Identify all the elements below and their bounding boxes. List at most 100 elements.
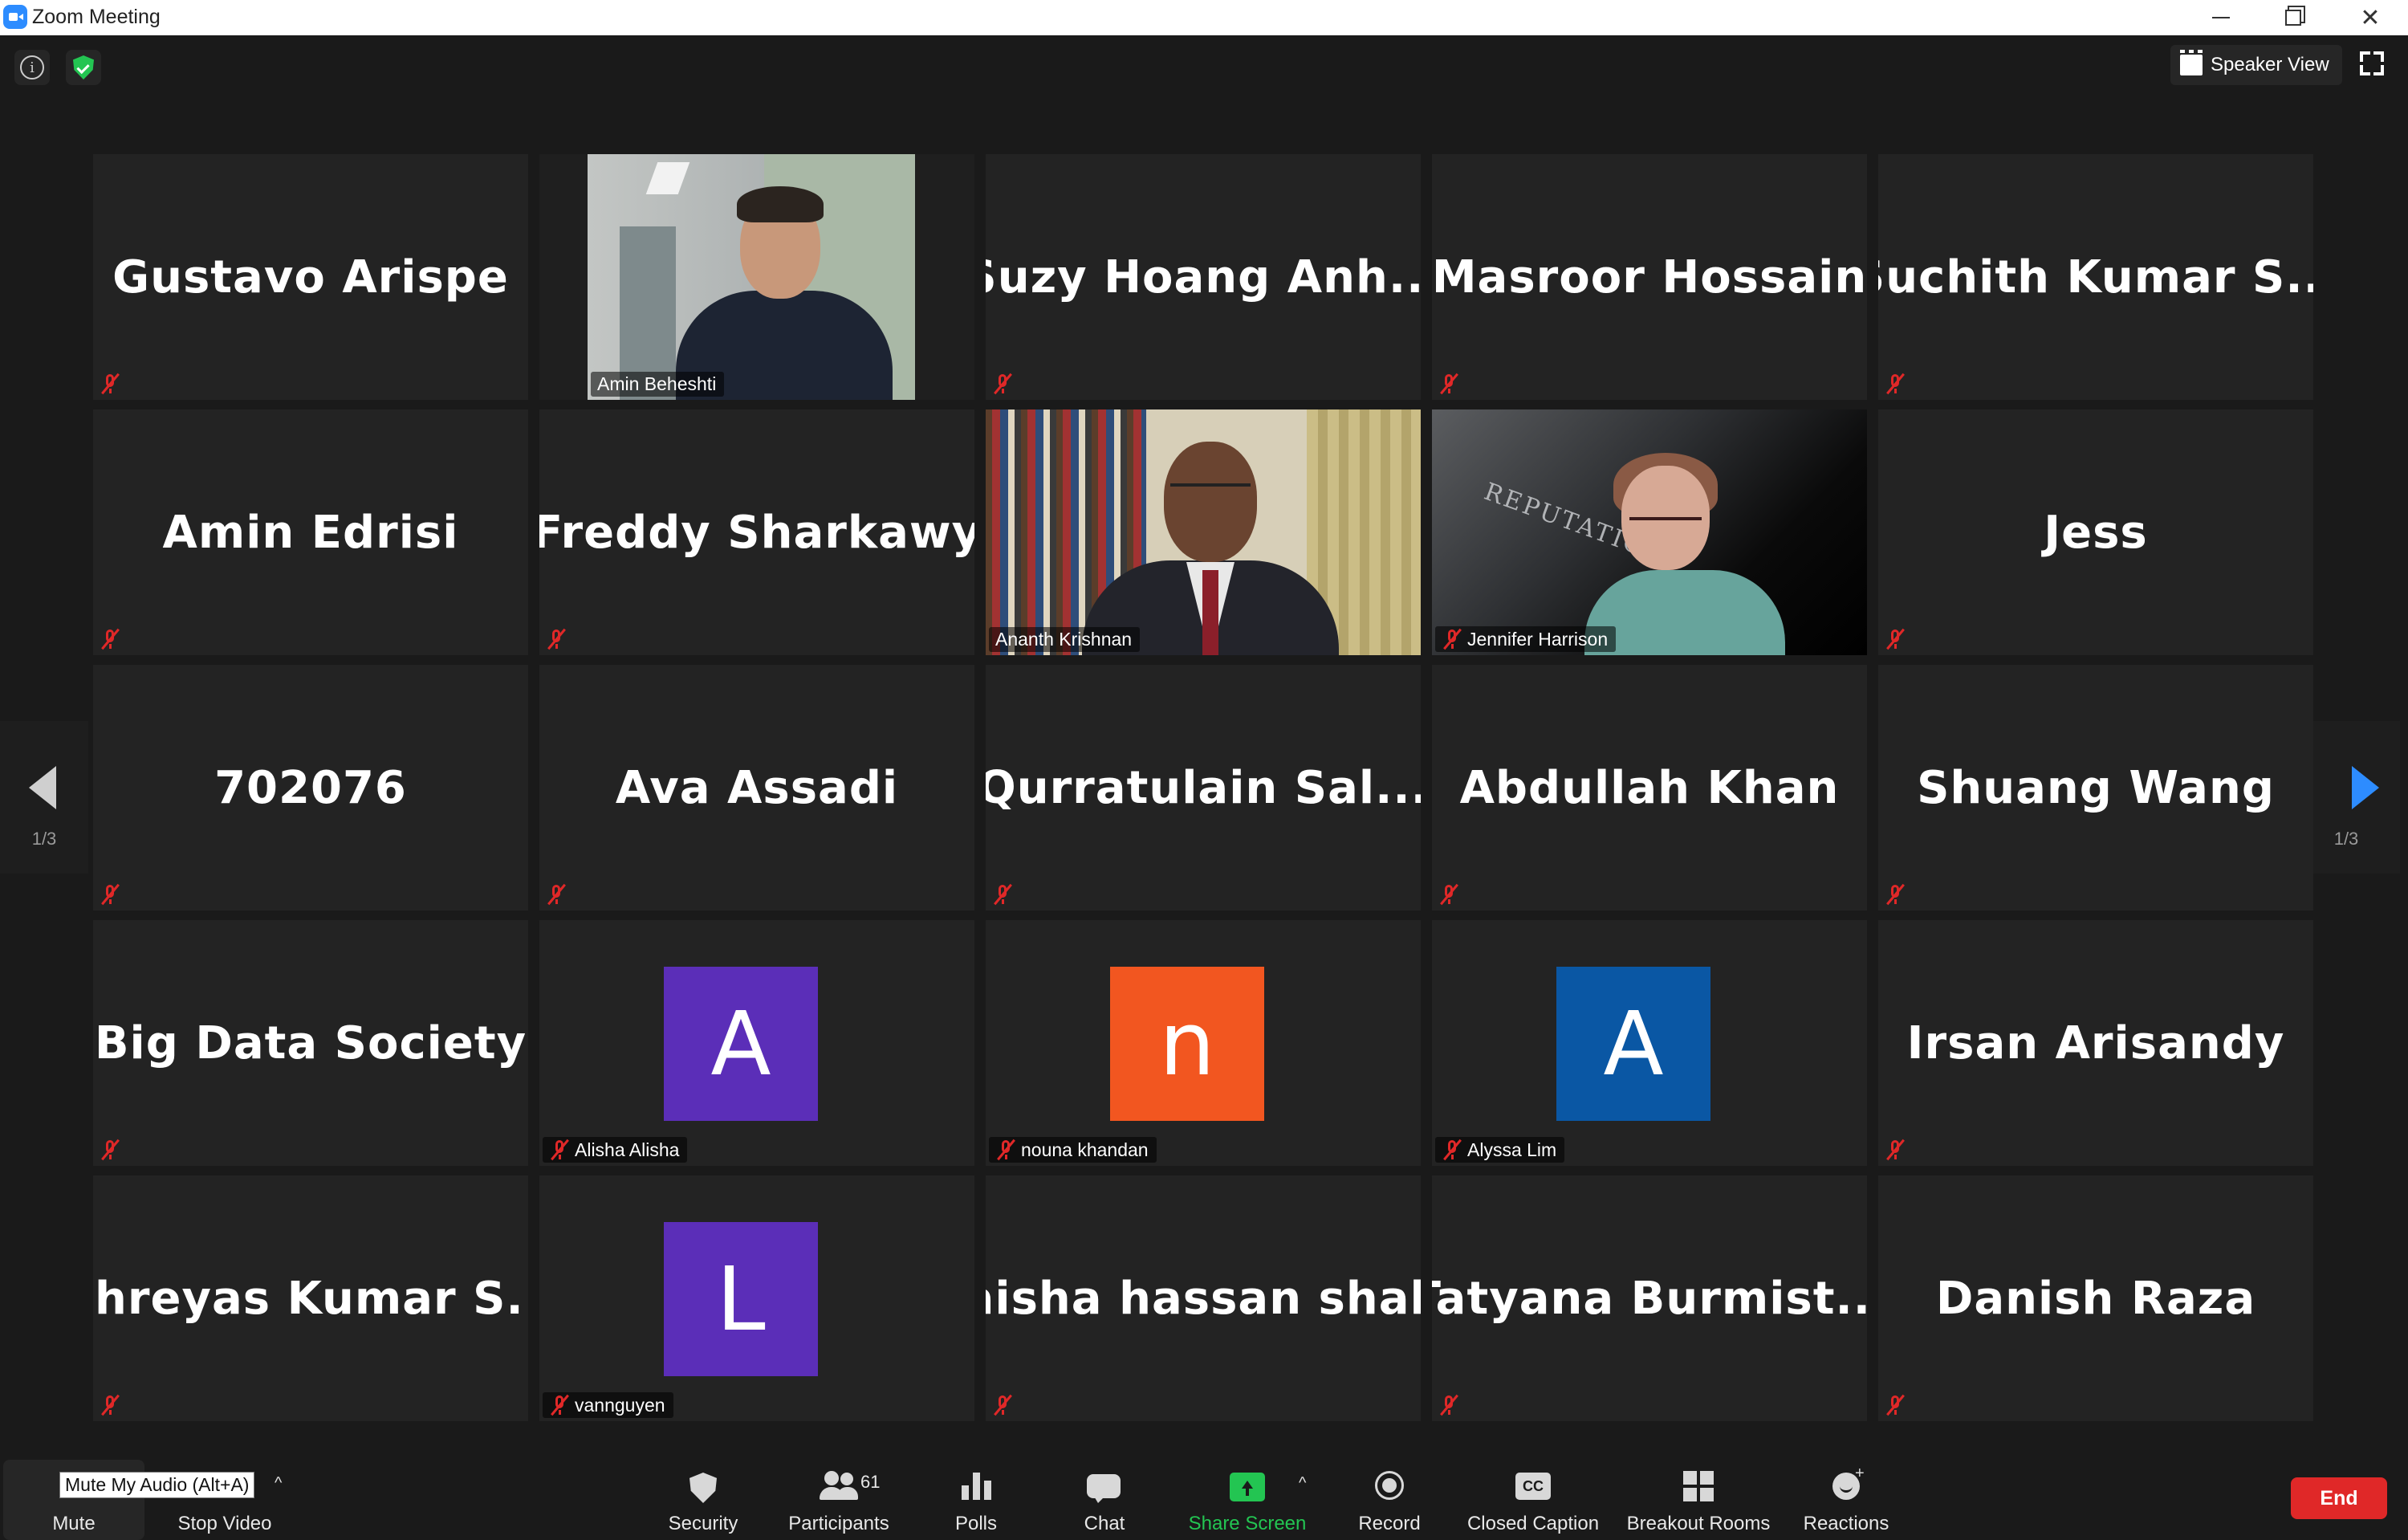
- muted-mic-icon: [992, 883, 1015, 906]
- muted-mic-icon: [546, 883, 568, 906]
- participant-name: nouna khandan: [1021, 1139, 1149, 1160]
- reactions-label: Reactions: [1803, 1513, 1889, 1534]
- participant-name: Qurratulain Sal...: [986, 761, 1421, 814]
- title-bar: Zoom Meeting ✕: [0, 0, 2408, 35]
- avatar: A: [1556, 967, 1710, 1121]
- muted-mic-icon: [1442, 1139, 1462, 1161]
- polls-button[interactable]: Polls: [944, 1460, 1008, 1540]
- participant-tile[interactable]: Amin Edrisi: [93, 409, 528, 655]
- participant-tile[interactable]: A Alisha Alisha: [539, 920, 974, 1166]
- participant-tile[interactable]: Shuang Wang: [1878, 665, 2313, 911]
- previous-page-button[interactable]: 1/3: [0, 721, 88, 874]
- participant-name: Amin Beheshti: [597, 373, 717, 394]
- breakout-rooms-button[interactable]: Breakout Rooms: [1620, 1460, 1777, 1540]
- muted-mic-icon: [100, 373, 122, 395]
- participant-tile[interactable]: REPUTATIO Jennifer Harrison: [1432, 409, 1867, 655]
- participant-tile[interactable]: Masroor Hossain: [1432, 154, 1867, 400]
- participant-name: Alisha Alisha: [575, 1139, 680, 1160]
- participant-name: Shuang Wang: [1917, 761, 2275, 814]
- participant-tile[interactable]: Danish Raza: [1878, 1175, 2313, 1421]
- participant-label: vannguyen: [543, 1392, 673, 1418]
- breakout-rooms-label: Breakout Rooms: [1626, 1513, 1771, 1534]
- closed-caption-label: Closed Caption: [1466, 1513, 1600, 1534]
- participant-label: Alisha Alisha: [543, 1137, 688, 1163]
- participant-tile[interactable]: aisha hassan shah: [986, 1175, 1421, 1421]
- muted-mic-icon: [1885, 883, 1907, 906]
- muted-mic-icon: [992, 373, 1015, 395]
- participant-tile[interactable]: Ananth Krishnan: [986, 409, 1421, 655]
- participant-name: Ananth Krishnan: [995, 629, 1133, 650]
- participant-name: Masroor Hossain: [1432, 251, 1867, 304]
- participant-tile[interactable]: Qurratulain Sal...: [986, 665, 1421, 911]
- muted-mic-icon: [1442, 628, 1462, 650]
- record-button[interactable]: Record: [1353, 1460, 1426, 1540]
- participant-tile[interactable]: Freddy Sharkawy: [539, 409, 974, 655]
- participant-tile[interactable]: Ava Assadi: [539, 665, 974, 911]
- participant-tile[interactable]: Shreyas Kumar S...: [93, 1175, 528, 1421]
- participant-name: Alyssa Lim: [1467, 1139, 1557, 1160]
- chat-button[interactable]: Chat: [1072, 1460, 1137, 1540]
- speaker-view-button[interactable]: Speaker View: [2170, 45, 2342, 85]
- participant-tile[interactable]: Suzy Hoang Anh...: [986, 154, 1421, 400]
- participants-count: 61: [860, 1472, 881, 1492]
- muted-mic-icon: [1438, 1394, 1461, 1416]
- encryption-button[interactable]: [66, 50, 101, 85]
- participant-tile[interactable]: Jess: [1878, 409, 2313, 655]
- participants-label: Participants: [788, 1513, 889, 1534]
- security-label: Security: [668, 1513, 738, 1534]
- participant-tile[interactable]: Suchith Kumar S...: [1878, 154, 2313, 400]
- share-screen-button[interactable]: Share Screen: [1185, 1460, 1310, 1540]
- minimize-button[interactable]: [2185, 0, 2257, 35]
- avatar: A: [664, 967, 818, 1121]
- participant-name: Shreyas Kumar S...: [93, 1272, 528, 1325]
- participant-tile[interactable]: Big Data Society: [93, 920, 528, 1166]
- participant-tile[interactable]: Abdullah Khan: [1432, 665, 1867, 911]
- end-meeting-button[interactable]: End: [2291, 1477, 2387, 1519]
- reactions-button[interactable]: Reactions: [1798, 1460, 1894, 1540]
- participant-name: Big Data Society: [94, 1016, 527, 1069]
- share-options-caret[interactable]: ^: [1299, 1474, 1306, 1493]
- mute-tooltip: Mute My Audio (Alt+A): [59, 1472, 255, 1498]
- participant-tile[interactable]: Lvannguyen: [539, 1175, 974, 1421]
- next-page-button[interactable]: 1/3: [2312, 721, 2400, 874]
- muted-mic-icon: [100, 628, 122, 650]
- closed-caption-button[interactable]: CC Closed Caption: [1462, 1460, 1604, 1540]
- fullscreen-button[interactable]: [2358, 50, 2386, 77]
- security-button[interactable]: Security: [655, 1460, 751, 1540]
- chat-label: Chat: [1084, 1513, 1125, 1534]
- participant-tile[interactable]: A Alyssa Lim: [1432, 920, 1867, 1166]
- breakout-rooms-icon: [1683, 1471, 1714, 1501]
- participant-tile[interactable]: Amin Beheshti: [539, 154, 974, 400]
- muted-mic-icon: [992, 1394, 1015, 1416]
- participant-name: Amin Edrisi: [162, 506, 459, 559]
- muted-mic-icon: [100, 1394, 122, 1416]
- close-button[interactable]: ✕: [2334, 0, 2406, 35]
- share-screen-icon: [1230, 1473, 1265, 1501]
- zoom-logo-icon: [3, 5, 27, 29]
- participant-name: Abdullah Khan: [1459, 761, 1840, 814]
- participant-label: nouna khandan: [989, 1137, 1157, 1163]
- meeting-info-button[interactable]: i: [14, 50, 50, 85]
- closed-caption-icon: CC: [1515, 1473, 1551, 1500]
- restore-button[interactable]: [2257, 0, 2329, 35]
- muted-mic-icon: [1438, 883, 1461, 906]
- arrow-left-icon: [29, 766, 56, 809]
- record-label: Record: [1358, 1513, 1421, 1534]
- participant-name: Suzy Hoang Anh...: [986, 251, 1421, 304]
- participant-tile[interactable]: Tatyana Burmist...: [1432, 1175, 1867, 1421]
- muted-mic-icon: [100, 1139, 122, 1161]
- participants-button[interactable]: Participants: [779, 1460, 899, 1540]
- participant-tile[interactable]: n nouna khandan: [986, 920, 1421, 1166]
- participant-tile[interactable]: Gustavo Arispe: [93, 154, 528, 400]
- participant-label: Ananth Krishnan: [989, 627, 1141, 652]
- muted-mic-icon: [549, 1394, 570, 1416]
- participant-tile[interactable]: Irsan Arisandy: [1878, 920, 2313, 1166]
- muted-mic-icon: [100, 883, 122, 906]
- participant-name: aisha hassan shah: [986, 1272, 1421, 1325]
- share-screen-label: Share Screen: [1188, 1513, 1307, 1534]
- polls-icon: [958, 1471, 994, 1500]
- info-icon: i: [20, 55, 44, 79]
- participant-tile[interactable]: 702076: [93, 665, 528, 911]
- chat-icon: [1087, 1474, 1121, 1503]
- stop-video-label: Stop Video: [177, 1513, 272, 1534]
